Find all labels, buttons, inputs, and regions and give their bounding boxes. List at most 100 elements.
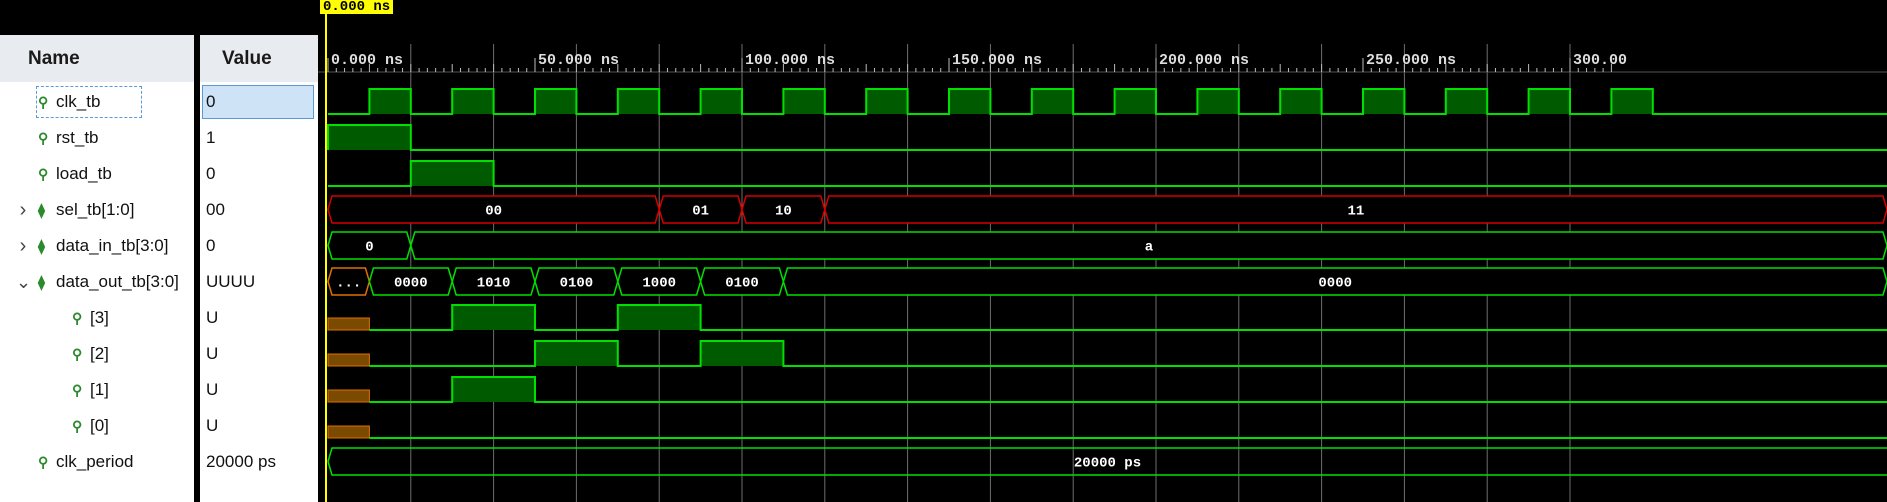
time-axis-label: 150.000 ns bbox=[952, 52, 1042, 69]
data-out-segment-label: 1000 bbox=[642, 276, 676, 292]
signal-name: clk_period bbox=[56, 452, 134, 471]
bit-signal-icon: ⚲ bbox=[72, 418, 83, 434]
signal-value: 20000 ps bbox=[206, 452, 276, 471]
signal-name: load_tb bbox=[56, 164, 112, 183]
data-in-segment-label: 0 bbox=[365, 240, 373, 256]
clk-high-fill bbox=[866, 89, 908, 114]
signal-panel: Name Value ⚲ clk_tb 0 ⚲ rst_tb 1 ⚲ load_tb 0 › ⧫ se… bbox=[0, 0, 318, 502]
clk-high-fill bbox=[1114, 89, 1156, 114]
sel-segment-label: 01 bbox=[692, 204, 709, 220]
undefined-region bbox=[327, 425, 370, 439]
signal-row[interactable]: ⚲ clk_period 20000 ps bbox=[0, 444, 318, 480]
bus-signal-icon: ⧫ bbox=[38, 274, 45, 290]
expand-chevron-icon[interactable]: › bbox=[16, 192, 30, 228]
data-out-segment-label: 0100 bbox=[725, 276, 759, 292]
signal-name: [2] bbox=[90, 344, 109, 363]
clk-high-fill bbox=[1031, 89, 1074, 114]
data-in-segment-label: a bbox=[1145, 240, 1154, 256]
signal-name: data_in_tb[3:0] bbox=[56, 236, 169, 255]
bit-signal-icon: ⚲ bbox=[38, 130, 49, 146]
clk-high-fill bbox=[617, 89, 660, 114]
undefined-region bbox=[327, 389, 370, 403]
signal-row[interactable]: ⚲ rst_tb 1 bbox=[0, 120, 318, 156]
column-header: Name Value bbox=[0, 35, 318, 83]
signal-name: sel_tb[1:0] bbox=[56, 200, 135, 219]
signal-value: U bbox=[206, 416, 219, 435]
undefined-region bbox=[327, 353, 370, 367]
time-axis-label: 250.000 ns bbox=[1366, 52, 1456, 69]
time-axis-label: 200.000 ns bbox=[1159, 52, 1249, 69]
clk-high-fill bbox=[700, 89, 742, 114]
bit-signal-icon: ⚲ bbox=[38, 454, 49, 470]
signal-value: 0 bbox=[206, 92, 216, 111]
signal-row[interactable]: ⚲ [2] U bbox=[0, 336, 318, 372]
signal-value: U bbox=[206, 380, 219, 399]
sel-segment-label: 11 bbox=[1347, 204, 1364, 220]
data-out-bit2-high-fill bbox=[700, 341, 784, 366]
clk-high-fill bbox=[949, 89, 991, 114]
expand-chevron-icon[interactable]: › bbox=[16, 228, 30, 264]
time-axis-label: 50.000 ns bbox=[538, 52, 619, 69]
signal-name: [1] bbox=[90, 380, 109, 399]
data-out-segment-label: 0000 bbox=[394, 276, 428, 292]
signal-name: [3] bbox=[90, 308, 109, 327]
signal-value: 1 bbox=[206, 128, 216, 147]
collapse-chevron-icon[interactable]: ⌄ bbox=[16, 264, 31, 300]
value-column-header[interactable]: Value bbox=[222, 35, 272, 82]
load-trace bbox=[328, 160, 1887, 187]
signal-value: 00 bbox=[206, 200, 225, 219]
data-out-segment-label: 0100 bbox=[560, 276, 594, 292]
signal-value: 0 bbox=[206, 236, 216, 255]
signal-name: [0] bbox=[90, 416, 109, 435]
sel-segment-label: 10 bbox=[775, 204, 792, 220]
signal-name: rst_tb bbox=[56, 128, 99, 147]
bit-signal-icon: ⚲ bbox=[72, 382, 83, 398]
clk-period-label: 20000 ps bbox=[1074, 456, 1141, 472]
bit-signal-icon: ⚲ bbox=[72, 346, 83, 362]
signal-value: U bbox=[206, 308, 219, 327]
clk-high-fill bbox=[369, 89, 411, 114]
clk-high-fill bbox=[1528, 89, 1570, 114]
data-out-bit3-high-fill bbox=[452, 305, 535, 330]
data-out-bit3-trace bbox=[369, 304, 1887, 331]
data-out-bit3-high-fill bbox=[617, 305, 701, 330]
clk-high-fill bbox=[535, 89, 577, 114]
signal-row[interactable]: ⚲ [1] U bbox=[0, 372, 318, 408]
sel-segment-label: 00 bbox=[485, 204, 502, 220]
clk-high-fill bbox=[1280, 89, 1322, 114]
name-selection-outline bbox=[36, 86, 142, 118]
rst-high-fill bbox=[328, 125, 411, 150]
waveform-canvas[interactable]: 0.000 ns 50.000 ns 10 0.000 ns 150.000 ns 200… bbox=[318, 0, 1887, 502]
name-column-header[interactable]: Name bbox=[28, 35, 80, 82]
cursor-time-label: 0.000 ns bbox=[320, 0, 394, 14]
signal-row[interactable]: ⚲ [0] U bbox=[0, 408, 318, 444]
undefined-region bbox=[327, 317, 370, 331]
clk-high-fill bbox=[1363, 89, 1405, 114]
bus-signal-icon: ⧫ bbox=[38, 202, 45, 218]
value-selection-highlight bbox=[202, 85, 314, 119]
signal-row[interactable]: ⌄ ⧫ data_out_tb[3:0] UUUU bbox=[0, 264, 318, 300]
signal-row[interactable]: › ⧫ sel_tb[1:0] 00 bbox=[0, 192, 318, 228]
clk-high-fill bbox=[1197, 89, 1239, 114]
bit-signal-icon: ⚲ bbox=[38, 166, 49, 182]
signal-row[interactable]: › ⧫ data_in_tb[3:0] 0 bbox=[0, 228, 318, 264]
signal-value: U bbox=[206, 344, 219, 363]
data-out-bit1-high-fill bbox=[452, 377, 535, 402]
rst-trace bbox=[327, 124, 1887, 151]
bus-signal-icon: ⧫ bbox=[38, 238, 45, 254]
signal-row[interactable]: ⚲ [3] U bbox=[0, 300, 318, 336]
clk-high-fill bbox=[1445, 89, 1488, 114]
signal-value: UUUU bbox=[206, 272, 256, 291]
clk-high-fill bbox=[1611, 89, 1653, 114]
time-axis-label: 300.00 bbox=[1573, 52, 1627, 69]
clk-high-fill bbox=[783, 89, 825, 114]
signal-row[interactable]: ⚲ load_tb 0 bbox=[0, 156, 318, 192]
data-out-segment-label: 0000 bbox=[1318, 276, 1352, 292]
bit-signal-icon: ⚲ bbox=[72, 310, 83, 326]
signal-row[interactable]: ⚲ clk_tb 0 bbox=[0, 84, 318, 120]
data-out-bit2-high-fill bbox=[535, 341, 618, 366]
load-high-fill bbox=[410, 161, 494, 186]
clk-high-fill bbox=[452, 89, 494, 114]
time-axis-label: 0.000 ns bbox=[331, 52, 403, 69]
signal-name: data_out_tb[3:0] bbox=[56, 272, 179, 291]
